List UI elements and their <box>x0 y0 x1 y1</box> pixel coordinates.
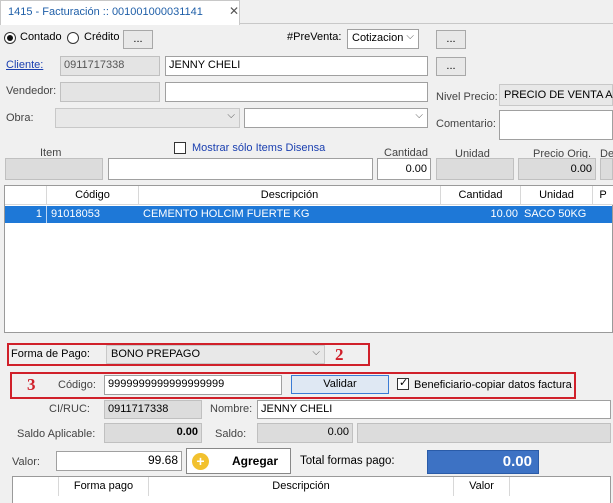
add-icon: + <box>192 453 209 470</box>
unidad-header[interactable]: Unidad <box>521 186 593 205</box>
cliente-name-field[interactable]: JENNY CHELI <box>165 56 428 76</box>
tab-title: 1415 - Facturación :: 001001000031141 <box>8 6 203 18</box>
descripcion-pago-header[interactable]: Descripción <box>149 477 454 496</box>
saldo-label: Saldo: <box>215 428 247 440</box>
chevron-down-icon: ⌵ <box>406 31 414 42</box>
precio-header[interactable]: P <box>593 186 613 205</box>
mostrar-disensa-label: Mostrar sólo Items Disensa <box>192 142 326 154</box>
item-code-field[interactable] <box>5 158 103 180</box>
chevron-down-icon: ⌵ <box>312 347 320 358</box>
unidad-field[interactable] <box>436 158 514 180</box>
obra-label: Obra: <box>6 112 34 124</box>
descuento-field[interactable] <box>600 158 613 180</box>
preventa-value: Cotizacion <box>352 32 404 44</box>
saldo-detail-field <box>357 423 611 443</box>
chevron-down-icon: ⌵ <box>227 110 235 121</box>
row-number: 1 <box>5 206 47 223</box>
nombre-label: Nombre: <box>210 403 253 415</box>
forma-pago-value: BONO PREPAGO <box>111 348 201 360</box>
row-number-header <box>5 186 47 205</box>
preventa-label: #PreVenta: <box>287 31 342 43</box>
codigo-field[interactable]: 9999999999999999999 <box>104 375 282 395</box>
validar-button[interactable]: Validar <box>291 375 389 394</box>
forma-pago-select[interactable]: BONO PREPAGO ⌵ <box>106 345 325 364</box>
table-row[interactable]: 1 91018053 CEMENTO HOLCIM FUERTE KG 10.0… <box>5 206 612 223</box>
items-grid[interactable]: Código Descripción Cantidad Unidad P 1 9… <box>4 185 613 333</box>
preventa-more-button[interactable]: ... <box>436 30 466 49</box>
cliente-link[interactable]: Cliente: <box>6 59 43 71</box>
preventa-select[interactable]: Cotizacion ⌵ <box>347 29 419 49</box>
item-desc-field[interactable] <box>108 158 373 180</box>
valor-pago-header[interactable]: Valor <box>454 477 510 496</box>
row-cantidad: 10.00 <box>490 208 518 220</box>
mostrar-disensa-checkbox[interactable] <box>174 142 186 154</box>
agregar-button[interactable]: + Agregar <box>186 448 291 474</box>
nivel-precio-value: PRECIO DE VENTA A <box>504 89 613 101</box>
codigo-header[interactable]: Código <box>47 186 139 205</box>
obra-detail-select[interactable]: ⌵ <box>244 108 428 128</box>
cliente-id-field[interactable]: 0911717338 <box>60 56 160 76</box>
vendedor-name-field[interactable] <box>165 82 428 102</box>
total-formas-pago-value: 0.00 <box>427 450 539 474</box>
valor-field[interactable]: 99.68 <box>56 451 182 471</box>
ciruc-field[interactable]: 0911717338 <box>104 400 202 419</box>
vendedor-label: Vendedor: <box>6 85 57 97</box>
vendedor-id-field[interactable] <box>60 82 160 102</box>
cantidad-field[interactable]: 0.00 <box>377 158 431 180</box>
payments-row-number-header <box>13 477 59 496</box>
contado-radio[interactable] <box>4 32 16 44</box>
row-unidad: SACO 50KG <box>524 208 587 220</box>
checkmark-icon: ✓ <box>399 377 409 389</box>
comentario-field[interactable] <box>499 110 613 140</box>
codigo-label: Código: <box>58 379 96 391</box>
credito-label: Crédito <box>84 31 120 43</box>
agregar-label: Agregar <box>232 454 279 468</box>
obra-select[interactable]: ⌵ <box>55 108 240 128</box>
descripcion-header[interactable]: Descripción <box>139 186 441 205</box>
total-formas-pago-label: Total formas pago: <box>300 455 395 467</box>
annotation-marker-3: 3 <box>27 375 36 394</box>
forma-pago-header[interactable]: Forma pago <box>59 477 149 496</box>
ciruc-label: CI/RUC: <box>49 403 90 415</box>
credito-more-button[interactable]: ... <box>123 30 153 49</box>
beneficiario-checkbox[interactable]: ✓ <box>397 377 409 390</box>
saldo-aplicable-label: Saldo Aplicable: <box>17 428 96 440</box>
close-icon[interactable]: ✕ <box>229 4 239 18</box>
forma-pago-label: Forma de Pago: <box>11 348 90 360</box>
contado-label: Contado <box>20 31 62 43</box>
row-codigo: 91018053 <box>51 208 100 220</box>
cliente-more-button[interactable]: ... <box>436 57 466 76</box>
nivel-precio-select[interactable]: PRECIO DE VENTA A <box>499 84 613 106</box>
saldo-field: 0.00 <box>257 423 353 443</box>
cantidad-header[interactable]: Cantidad <box>441 186 521 205</box>
nombre-field[interactable]: JENNY CHELI <box>257 400 611 419</box>
valor-label: Valor: <box>12 456 40 468</box>
payments-grid[interactable]: Forma pago Descripción Valor <box>12 476 611 503</box>
chevron-down-icon: ⌵ <box>415 110 423 121</box>
credito-radio[interactable] <box>67 32 79 44</box>
precio-orig-field[interactable]: 0.00 <box>518 158 596 180</box>
annotation-marker-2: 2 <box>335 345 344 364</box>
items-grid-header: Código Descripción Cantidad Unidad P <box>5 186 613 205</box>
beneficiario-label: Beneficiario-copiar datos factura <box>414 379 572 391</box>
comentario-label: Comentario: <box>436 118 496 130</box>
row-descripcion: CEMENTO HOLCIM FUERTE KG <box>143 208 310 220</box>
nivel-precio-label: Nivel Precio: <box>436 91 498 103</box>
document-tab[interactable]: 1415 - Facturación :: 001001000031141 ✕ <box>0 0 240 25</box>
saldo-aplicable-field: 0.00 <box>104 423 202 443</box>
